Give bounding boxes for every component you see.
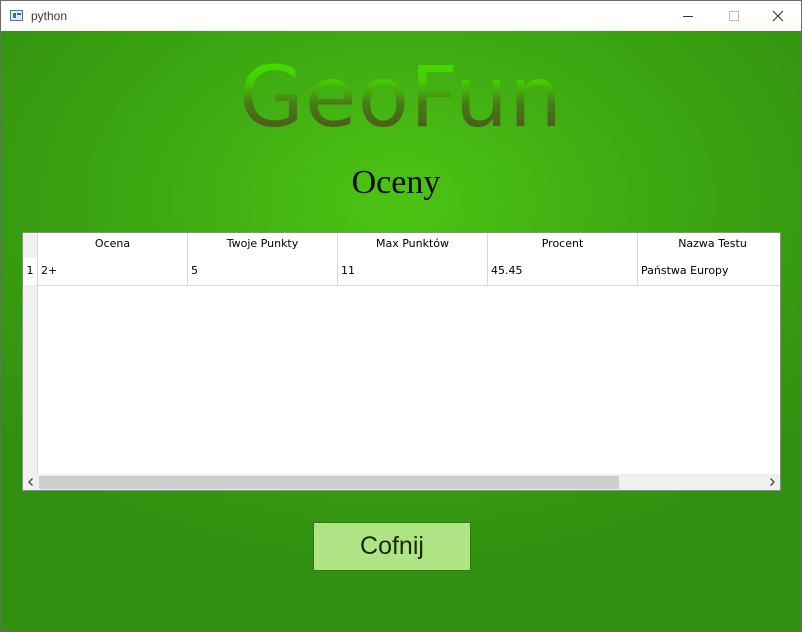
close-icon	[772, 10, 784, 22]
column-header-procent[interactable]: Procent	[488, 233, 638, 258]
table-cell[interactable]: 5	[188, 258, 338, 285]
table-cell[interactable]: Państwa Europy	[638, 258, 780, 285]
chevron-left-icon	[28, 478, 33, 486]
table-cell[interactable]: 11	[338, 258, 488, 285]
table-cell[interactable]: 2+	[38, 258, 188, 285]
window-title: python	[31, 9, 68, 23]
app-icon	[10, 10, 23, 21]
close-button[interactable]	[755, 1, 801, 31]
scroll-right-button[interactable]	[764, 474, 780, 490]
scrollbar-thumb[interactable]	[39, 476, 619, 489]
row-header: 1	[23, 233, 38, 474]
page-title: Oceny	[351, 164, 441, 201]
table-row[interactable]: 2+ 5 11 45.45 Państwa Europy	[38, 258, 780, 286]
minimize-button[interactable]	[665, 1, 711, 31]
column-header-nazwa-testu[interactable]: Nazwa Testu	[638, 233, 780, 258]
row-number[interactable]: 1	[23, 258, 37, 285]
table-cell[interactable]: 45.45	[488, 258, 638, 285]
app-window: python GeoFun Oceny 1 Ocena Twoje Punkty…	[0, 0, 802, 632]
column-header: Ocena Twoje Punkty Max Punktów Procent N…	[38, 233, 780, 258]
column-header-max-punktow[interactable]: Max Punktów	[338, 233, 488, 258]
maximize-button[interactable]	[711, 1, 757, 31]
horizontal-scrollbar[interactable]	[23, 474, 780, 490]
chevron-right-icon	[770, 478, 775, 486]
app-logo: GeoFun	[1, 55, 801, 139]
column-header-ocena[interactable]: Ocena	[38, 233, 188, 258]
grades-table[interactable]: 1 Ocena Twoje Punkty Max Punktów Procent…	[22, 232, 781, 491]
back-button[interactable]: Cofnij	[313, 522, 471, 571]
scroll-left-button[interactable]	[23, 474, 39, 490]
main-panel: GeoFun Oceny 1 Ocena Twoje Punkty Max Pu…	[1, 31, 801, 631]
column-header-twoje-punkty[interactable]: Twoje Punkty	[188, 233, 338, 258]
title-bar[interactable]: python	[1, 1, 801, 31]
